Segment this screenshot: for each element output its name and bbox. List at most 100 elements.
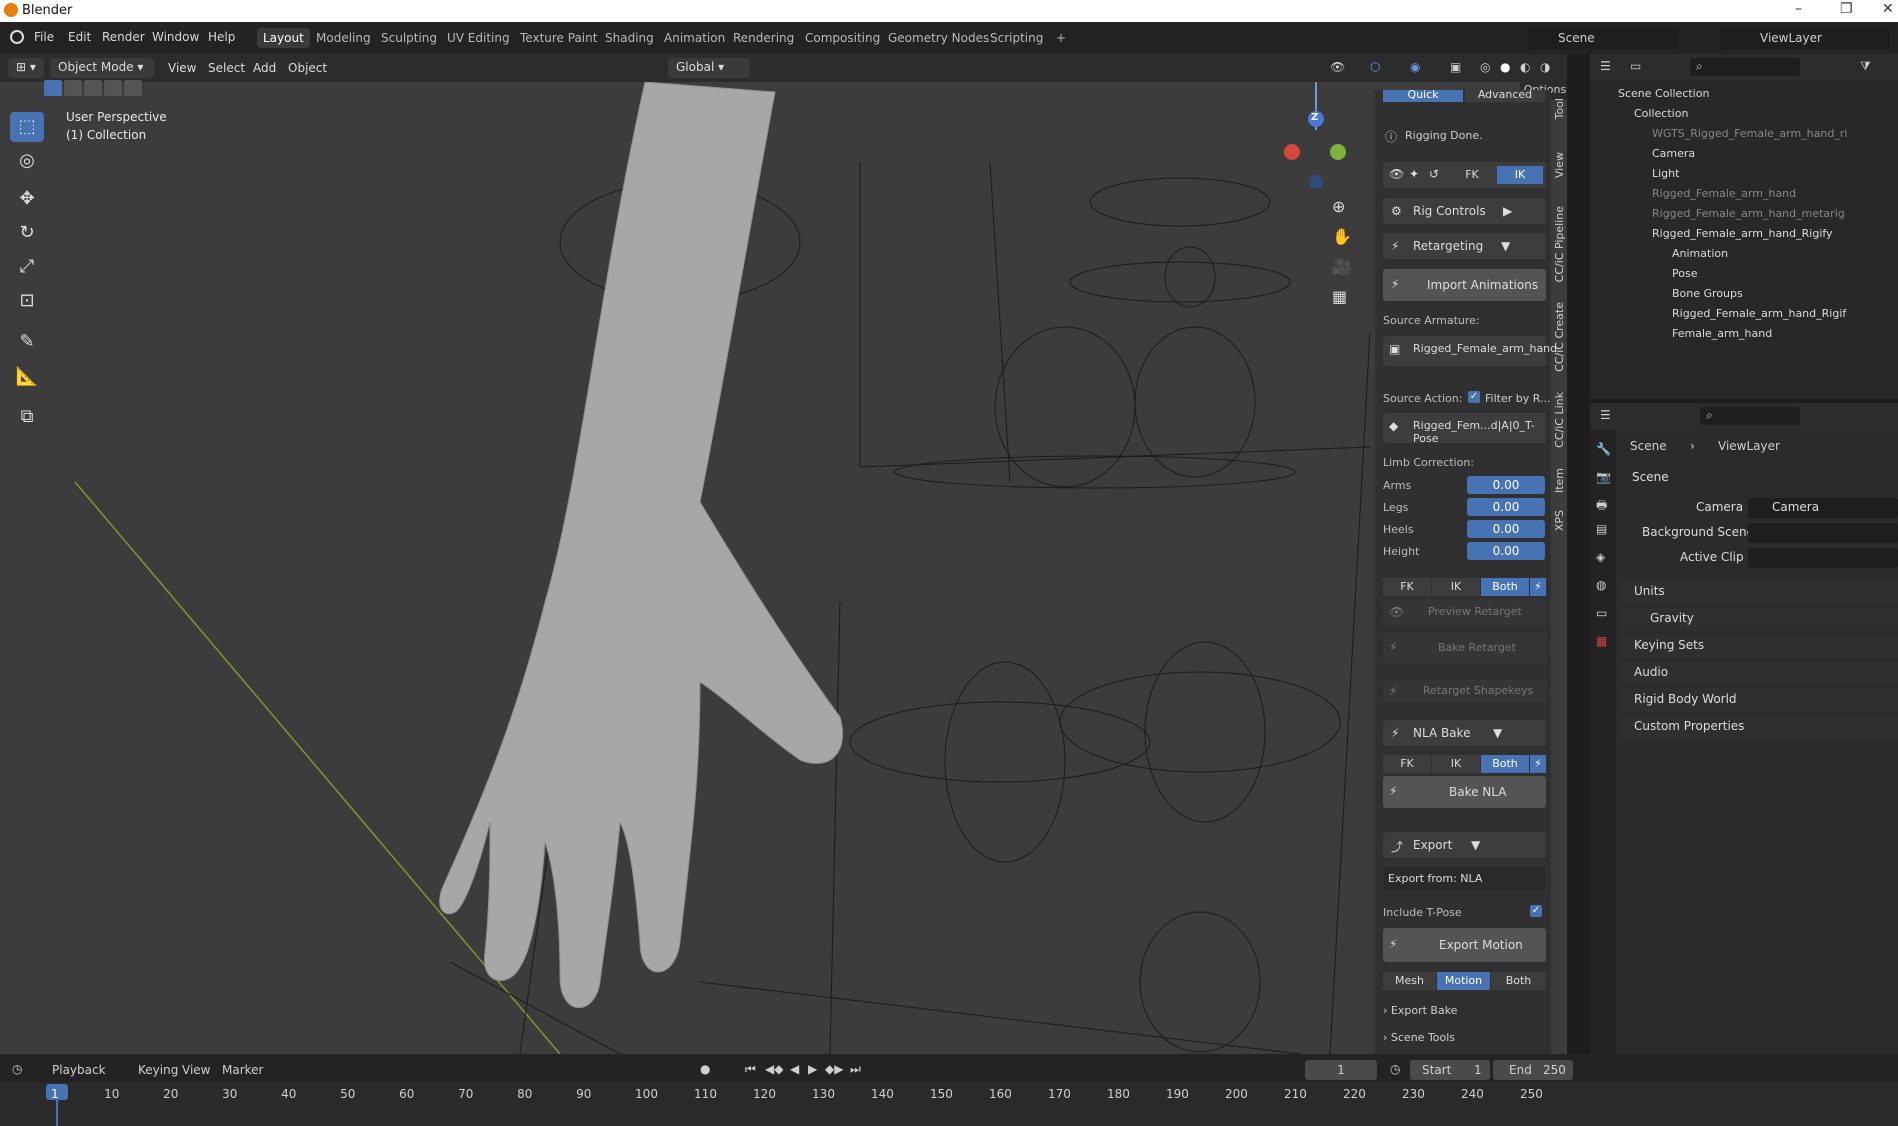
- active-clip-field[interactable]: [1748, 548, 1898, 568]
- vtab-tool[interactable]: Tool: [1553, 98, 1569, 119]
- retargeting-header[interactable]: ⚡ Retargeting ▼: [1383, 233, 1546, 259]
- viewlayer-selector[interactable]: ViewLayer: [1720, 27, 1890, 49]
- visibility-icon[interactable]: 👁: [1330, 60, 1345, 74]
- vtab-view[interactable]: View: [1553, 152, 1569, 178]
- select-box-tool-icon[interactable]: ⬚: [10, 112, 44, 142]
- gravity-panel[interactable]: Gravity: [1620, 607, 1898, 631]
- object-menu[interactable]: Object: [288, 61, 327, 75]
- move-tool-icon[interactable]: ✥: [10, 184, 44, 214]
- audio-panel[interactable]: Audio: [1620, 661, 1898, 685]
- outliner-row[interactable]: Rigged_Female_arm_hand_metarig: [1590, 204, 1898, 224]
- pan-hand-icon[interactable]: ✋: [1332, 227, 1352, 246]
- end-frame-field[interactable]: End 250: [1493, 1060, 1573, 1080]
- zoom-icon[interactable]: ⊕: [1332, 197, 1345, 216]
- play-icon[interactable]: ▶: [808, 1062, 817, 1076]
- tab-shading[interactable]: Shading: [599, 28, 660, 48]
- tool-props-icon[interactable]: 🔧: [1596, 442, 1611, 456]
- vtab-cc-pipeline[interactable]: CC/iC Pipeline: [1553, 206, 1569, 282]
- outliner-row[interactable]: Scene Collection: [1590, 84, 1898, 104]
- tab-geometry-nodes[interactable]: Geometry Nodes: [882, 28, 995, 48]
- reset-icon[interactable]: ↺: [1429, 167, 1439, 181]
- outliner-row[interactable]: Female_arm_hand: [1590, 324, 1898, 344]
- solid-shading-icon[interactable]: ●: [1500, 60, 1510, 74]
- viewport-overlay-icons[interactable]: 👁 ⬡ ◉ ▣ ◎ ● ◐ ◑: [1330, 58, 1560, 78]
- transform-orientation-dropdown[interactable]: Global ▾: [668, 58, 750, 78]
- properties-search-input[interactable]: ⌕: [1700, 407, 1800, 425]
- tab-rendering[interactable]: Rendering: [727, 28, 800, 48]
- transform-tool-icon[interactable]: ⊡: [10, 286, 44, 316]
- source-action-field[interactable]: ◆ Rigged_Fem...d|A|0_T-Pose: [1383, 413, 1546, 445]
- tab-sculpting[interactable]: Sculpting: [375, 28, 443, 48]
- restore-icon[interactable]: ❐: [1840, 1, 1853, 17]
- mode-dropdown[interactable]: Object Mode ▾: [50, 58, 154, 78]
- camera-field[interactable]: Camera: [1748, 498, 1898, 518]
- ik-button[interactable]: IK: [1497, 166, 1543, 184]
- outliner-editor-type-icon[interactable]: ☰: [1600, 59, 1611, 73]
- include-tpose-checkbox[interactable]: ✓: [1530, 905, 1542, 917]
- outliner-row[interactable]: Light: [1590, 164, 1898, 184]
- menu-window[interactable]: Window: [152, 30, 199, 44]
- vtab-item[interactable]: Item: [1553, 468, 1569, 493]
- tab-animation[interactable]: Animation: [658, 28, 731, 48]
- filter-checkbox[interactable]: ✓: [1468, 391, 1480, 403]
- next-keyframe-icon[interactable]: ◆▶: [825, 1062, 843, 1076]
- select-intersect-icon[interactable]: [124, 80, 142, 96]
- menu-edit[interactable]: Edit: [68, 30, 91, 44]
- 3d-viewport[interactable]: Z ⊕ ✋ 🎥 ▦ User Perspective (1) Collectio…: [0, 82, 1567, 1054]
- tab-compositing[interactable]: Compositing: [799, 28, 886, 48]
- start-frame-field[interactable]: Start 1: [1410, 1060, 1490, 1080]
- select-extend-icon[interactable]: [64, 80, 82, 96]
- export-header[interactable]: ⤴ Export ▼: [1383, 832, 1546, 858]
- jump-end-icon[interactable]: ⏭: [850, 1062, 861, 1077]
- nla-fk-button[interactable]: FK: [1383, 755, 1431, 773]
- vtab-cc-create[interactable]: CC/iC Create: [1553, 302, 1569, 372]
- outliner-row[interactable]: Camera: [1590, 144, 1898, 164]
- tab-quick[interactable]: Quick: [1383, 89, 1463, 102]
- editor-type-button[interactable]: ⊞ ▾: [8, 58, 44, 78]
- marker-menu[interactable]: Marker: [222, 1063, 263, 1077]
- menu-help[interactable]: Help: [208, 30, 235, 44]
- current-frame-field[interactable]: 1: [1305, 1060, 1377, 1080]
- source-armature-field[interactable]: ▣ Rigged_Female_arm_hand: [1383, 336, 1557, 366]
- tab-texture-paint[interactable]: Texture Paint: [514, 28, 603, 48]
- overlay-icon[interactable]: ◉: [1410, 60, 1420, 74]
- close-icon[interactable]: ✕: [1882, 1, 1894, 17]
- preview-retarget-button[interactable]: 👁 Preview Retarget: [1383, 599, 1546, 625]
- play-reverse-icon[interactable]: ◀: [790, 1062, 799, 1076]
- output-props-icon[interactable]: 🖶: [1596, 496, 1607, 517]
- scene-tools-section[interactable]: › Scene Tools: [1383, 1031, 1455, 1044]
- fk-button[interactable]: FK: [1449, 166, 1495, 184]
- select-mode-icons[interactable]: [44, 80, 142, 98]
- outliner-row[interactable]: Rigged_Female_arm_hand_Rigify: [1590, 224, 1898, 244]
- properties-editor-type-icon[interactable]: ☰: [1600, 408, 1611, 422]
- add-cube-tool-icon[interactable]: ⧉: [10, 402, 44, 432]
- viewlayer-props-icon[interactable]: ▤: [1596, 522, 1607, 536]
- render-props-icon[interactable]: 📷: [1596, 470, 1611, 484]
- pose-icon[interactable]: ✦: [1409, 167, 1419, 181]
- clock-icon[interactable]: ◷: [1390, 1062, 1400, 1076]
- playback-menu[interactable]: Playback: [52, 1063, 106, 1077]
- cursor-tool-icon[interactable]: ◎: [10, 146, 44, 176]
- annotate-tool-icon[interactable]: ✎: [10, 327, 44, 357]
- timeline-view-menu[interactable]: View: [182, 1063, 210, 1077]
- wireframe-shading-icon[interactable]: ◎: [1480, 60, 1490, 74]
- rotate-tool-icon[interactable]: ↻: [10, 218, 44, 248]
- vtab-xps[interactable]: XPS: [1553, 510, 1569, 531]
- retarget-ik-button[interactable]: IK: [1432, 578, 1480, 596]
- keying-sets-panel[interactable]: Keying Sets: [1620, 634, 1898, 658]
- blender-menu-icon[interactable]: [10, 30, 24, 44]
- prev-keyframe-icon[interactable]: ◀◆: [765, 1062, 783, 1076]
- height-value[interactable]: 0.00: [1467, 542, 1545, 560]
- nla-option-icon[interactable]: ⚡: [1530, 755, 1546, 773]
- vtab-cc-link[interactable]: CC/iC Link: [1553, 392, 1569, 448]
- outliner-row[interactable]: Rigged_Female_arm_hand: [1590, 184, 1898, 204]
- texture-props-icon[interactable]: ▦: [1596, 634, 1607, 648]
- xray-icon[interactable]: ▣: [1450, 60, 1461, 74]
- custom-properties-panel[interactable]: Custom Properties: [1620, 715, 1898, 739]
- collection-props-icon[interactable]: ▭: [1596, 606, 1607, 620]
- eye-icon[interactable]: 👁: [1389, 167, 1404, 181]
- nla-both-button[interactable]: Both: [1481, 755, 1529, 773]
- measure-tool-icon[interactable]: 📐: [10, 362, 44, 392]
- scene-props-icon[interactable]: ◈: [1596, 550, 1605, 564]
- export-mesh-button[interactable]: Mesh: [1383, 972, 1436, 990]
